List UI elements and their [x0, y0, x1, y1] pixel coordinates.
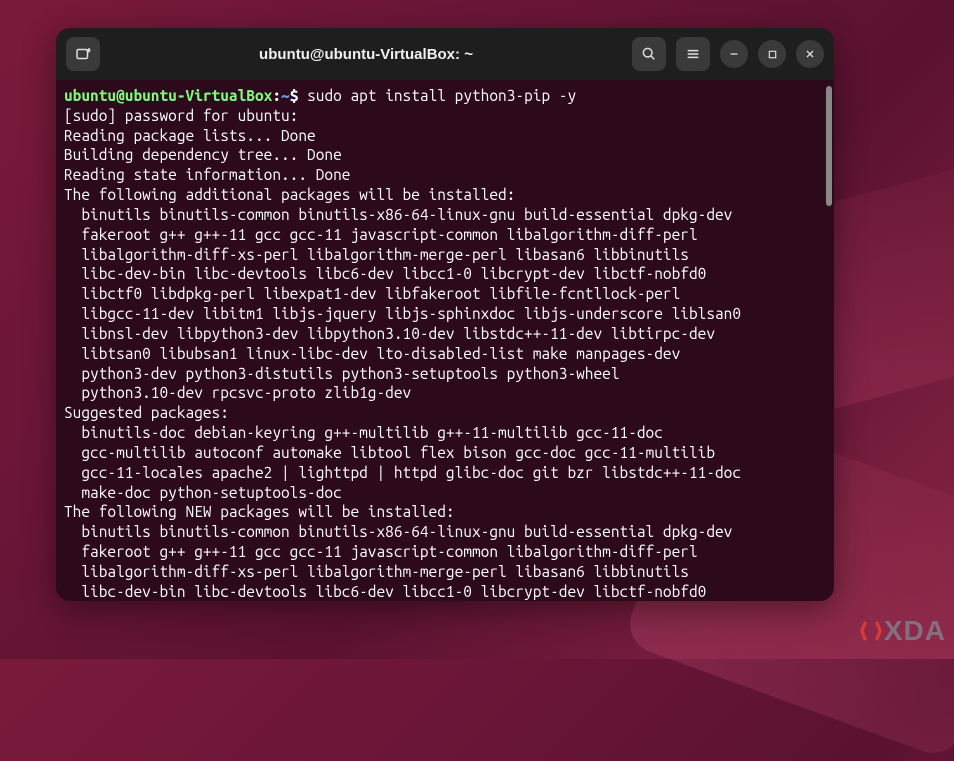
- package-line: binutils-doc debian-keyring g++-multilib…: [64, 423, 826, 443]
- package-line: make-doc python-setuptools-doc: [64, 483, 826, 503]
- output-line: Building dependency tree... Done: [64, 145, 826, 165]
- package-line: python3.10-dev rpcsvc-proto zlib1g-dev: [64, 383, 826, 403]
- maximize-icon: [767, 49, 778, 60]
- package-line: libc-dev-bin libc-devtools libc6-dev lib…: [64, 582, 826, 601]
- package-line: libgcc-11-dev libitm1 libjs-jquery libjs…: [64, 304, 826, 324]
- package-line: libalgorithm-diff-xs-perl libalgorithm-m…: [64, 245, 826, 265]
- maximize-button[interactable]: [758, 40, 786, 68]
- prompt-path: ~: [281, 87, 290, 104]
- package-line: libalgorithm-diff-xs-perl libalgorithm-m…: [64, 562, 826, 582]
- new-tab-icon: [74, 45, 92, 63]
- minimize-button[interactable]: [720, 40, 748, 68]
- search-button[interactable]: [632, 37, 666, 71]
- titlebar: ubuntu@ubuntu-VirtualBox: ~: [56, 28, 834, 80]
- scrollbar-thumb[interactable]: [826, 86, 832, 206]
- terminal-output[interactable]: ubuntu@ubuntu-VirtualBox:~$ sudo apt ins…: [56, 80, 834, 601]
- prompt-userhost: ubuntu@ubuntu-VirtualBox: [64, 87, 272, 104]
- terminal-window: ubuntu@ubuntu-VirtualBox: ~ ubuntu@ubunt…: [56, 28, 834, 601]
- watermark-logo: XDA: [860, 615, 946, 647]
- hamburger-icon: [685, 46, 701, 62]
- package-line: binutils binutils-common binutils-x86-64…: [64, 522, 826, 542]
- package-line: binutils binutils-common binutils-x86-64…: [64, 205, 826, 225]
- package-line: libctf0 libdpkg-perl libexpat1-dev libfa…: [64, 284, 826, 304]
- package-line: fakeroot g++ g++-11 gcc gcc-11 javascrip…: [64, 225, 826, 245]
- output-line: Reading package lists... Done: [64, 126, 826, 146]
- output-line: Reading state information... Done: [64, 165, 826, 185]
- prompt-colon: :: [272, 87, 281, 104]
- window-title: ubuntu@ubuntu-VirtualBox: ~: [108, 46, 624, 63]
- prompt-line: ubuntu@ubuntu-VirtualBox:~$ sudo apt ins…: [64, 86, 826, 106]
- output-line: The following NEW packages will be insta…: [64, 502, 826, 522]
- package-line: gcc-multilib autoconf automake libtool f…: [64, 443, 826, 463]
- output-line: [sudo] password for ubuntu:: [64, 106, 826, 126]
- package-line: libtsan0 libubsan1 linux-libc-dev lto-di…: [64, 344, 826, 364]
- package-line: fakeroot g++ g++-11 gcc gcc-11 javascrip…: [64, 542, 826, 562]
- search-icon: [641, 46, 657, 62]
- output-line: The following additional packages will b…: [64, 185, 826, 205]
- command-text: sudo apt install python3-pip -y: [307, 87, 576, 104]
- new-tab-button[interactable]: [66, 37, 100, 71]
- package-line: libnsl-dev libpython3-dev libpython3.10-…: [64, 324, 826, 344]
- watermark-brackets-icon: [860, 618, 882, 644]
- minimize-icon: [728, 48, 740, 60]
- package-line: gcc-11-locales apache2 | lighttpd | http…: [64, 463, 826, 483]
- menu-button[interactable]: [676, 37, 710, 71]
- package-line: python3-dev python3-distutils python3-se…: [64, 364, 826, 384]
- output-line: Suggested packages:: [64, 403, 826, 423]
- watermark-text: XDA: [884, 615, 946, 647]
- close-icon: [804, 48, 816, 60]
- close-button[interactable]: [796, 40, 824, 68]
- package-line: libc-dev-bin libc-devtools libc6-dev lib…: [64, 264, 826, 284]
- prompt-dollar: $: [290, 87, 307, 104]
